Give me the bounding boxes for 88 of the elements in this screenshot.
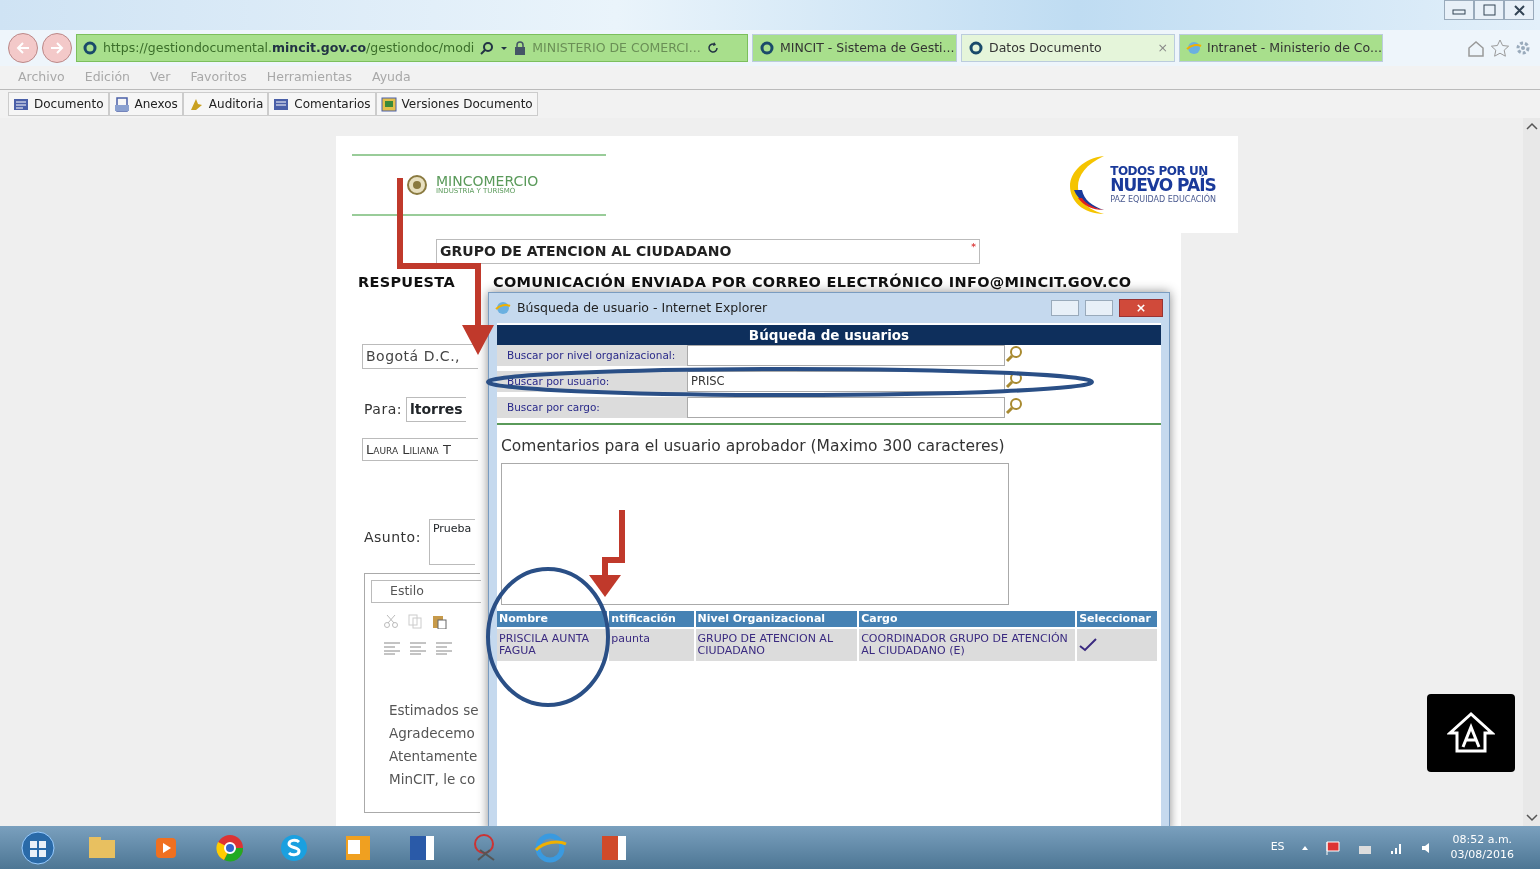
close-button[interactable]: × [1119,299,1163,317]
scroll-up-icon[interactable] [1525,122,1538,130]
name-field[interactable]: Laura Liliana T [362,437,478,462]
flag-icon[interactable] [1324,839,1341,856]
column-header: Nivel Organizacional [695,610,858,627]
accessibility-button[interactable] [1427,694,1515,772]
toolbar-tab[interactable]: Versiones Documento [375,92,538,116]
comments-textarea[interactable] [501,462,1009,605]
letter-a-house-icon [1447,711,1495,755]
column-header: Cargo [859,610,1076,627]
search-input[interactable] [687,397,1005,419]
toolbar-tab[interactable]: Anexos [108,92,183,116]
clock[interactable]: 08:52 a.m. 03/08/2016 [1450,833,1514,862]
language-indicator[interactable]: ES [1270,839,1285,856]
browser-tab[interactable]: MINCIT - Sistema de Gesti... [752,34,957,62]
table-cell: PRISCILA AUNTA FAGUA [497,629,608,662]
document-icon [13,96,29,112]
clock-time: 08:52 a.m. [1451,833,1514,848]
browser-tab[interactable]: Intranet - Ministerio de Co... [1179,34,1383,62]
star-icon[interactable] [1490,39,1510,57]
table-cell: GRUPO DE ATENCION AL CIUDADANO [695,629,858,662]
search-icon [480,41,495,55]
back-button[interactable] [8,33,38,63]
maximize-button[interactable] [1085,300,1113,316]
city-field[interactable]: Bogotá D.C., [362,343,478,369]
globe-icon [1186,40,1202,56]
recipient-field[interactable]: ltorres [405,396,466,422]
dialog-title: Búsqueda de usuario - Internet Explorer [517,298,769,317]
editor-text-line: Agradecemo [389,724,476,743]
align-icon[interactable] [435,641,453,655]
printer-icon [113,96,130,112]
column-header: Seleccionar [1077,610,1157,627]
windows-logo-icon[interactable] [20,829,56,866]
field-value: GRUPO DE ATENCION AL CIUDADANO [440,242,732,261]
tab-label: Datos Documento [989,38,1103,57]
seal-icon [406,173,428,196]
editor-text-line: MinCIT, le co [389,770,477,789]
style-dropdown[interactable]: Estilo [371,580,481,603]
table-cell: paunta [609,629,694,662]
group-field[interactable]: GRUPO DE ATENCION AL CIUDADANO * [436,239,980,264]
search-label: Buscar por nivel organizacional: [497,345,687,367]
tab-label: MINCIT - Sistema de Gesti... [780,38,955,57]
refresh-icon [706,41,719,55]
clock-date: 03/08/2016 [1450,847,1514,862]
editor-text-line: Estimados se [389,701,480,720]
home-icon[interactable] [1466,39,1486,57]
search-input[interactable]: PRISC [687,371,1005,393]
site-icon [759,40,775,56]
search-label: Buscar por cargo: [497,397,687,419]
browser-tab[interactable]: Datos Documento × [961,34,1175,62]
align-icon[interactable] [383,641,401,655]
field-label: Asunto: [364,528,421,548]
document-heading: COMUNICACIÓN ENVIADA POR CORREO ELECTRÓNICO INFO@MINCIT.GOV.CO [492,272,1132,292]
editor-text-line: Atentamente [389,747,479,766]
subject-field[interactable]: Prueba [428,519,475,566]
required-mark: * [971,241,976,254]
field-label: Para: [364,399,402,419]
section-header: Búqueda de usuarios [497,325,1161,346]
align-icon[interactable] [409,641,427,655]
clipboard-icon[interactable] [431,613,447,629]
toolbar-tab[interactable]: Documento [8,92,109,116]
checkmark-icon[interactable] [1079,638,1098,653]
document-icon [273,96,290,112]
toolbar-tab[interactable]: Auditoria [182,92,269,116]
picture-icon [380,96,397,112]
minimize-button[interactable] [1051,300,1079,316]
site-icon [968,40,984,56]
site-identity: MINISTERIO DE COMERCI... [532,38,701,57]
settings-icon[interactable] [1514,39,1532,57]
search-input[interactable] [687,345,1005,367]
document-heading: RESPUESTA [358,273,455,292]
comments-label: Comentarios para el usuario aprobador (Maximo 300 caracteres) [501,436,1006,458]
tab-label: Intranet - Ministerio de Co... [1207,38,1382,57]
back-arrow-icon [15,41,31,55]
toolbar-tab[interactable]: Comentarios [268,92,376,116]
column-header: ntificación [609,610,694,627]
scissors-icon[interactable] [383,613,399,629]
forward-arrow-icon [49,41,65,55]
site-icon [83,41,97,55]
browser-icon [495,300,511,316]
column-header: Nombre [497,610,608,627]
table-cell: COORDINADOR GRUPO DE ATENCIÓN AL CIUDADANO (E) [859,629,1076,662]
forward-button[interactable] [42,33,72,63]
logo-name: MINCOMERCIO [436,174,539,188]
scroll-down-icon[interactable] [1525,814,1538,822]
lock-icon [514,41,527,55]
scrollbar[interactable] [1523,118,1540,826]
address-bar[interactable]: https://gestiondocumental.mincit.gov.co/gestiondoc/modi MINISTERIO DE COMERCI... [76,34,748,62]
